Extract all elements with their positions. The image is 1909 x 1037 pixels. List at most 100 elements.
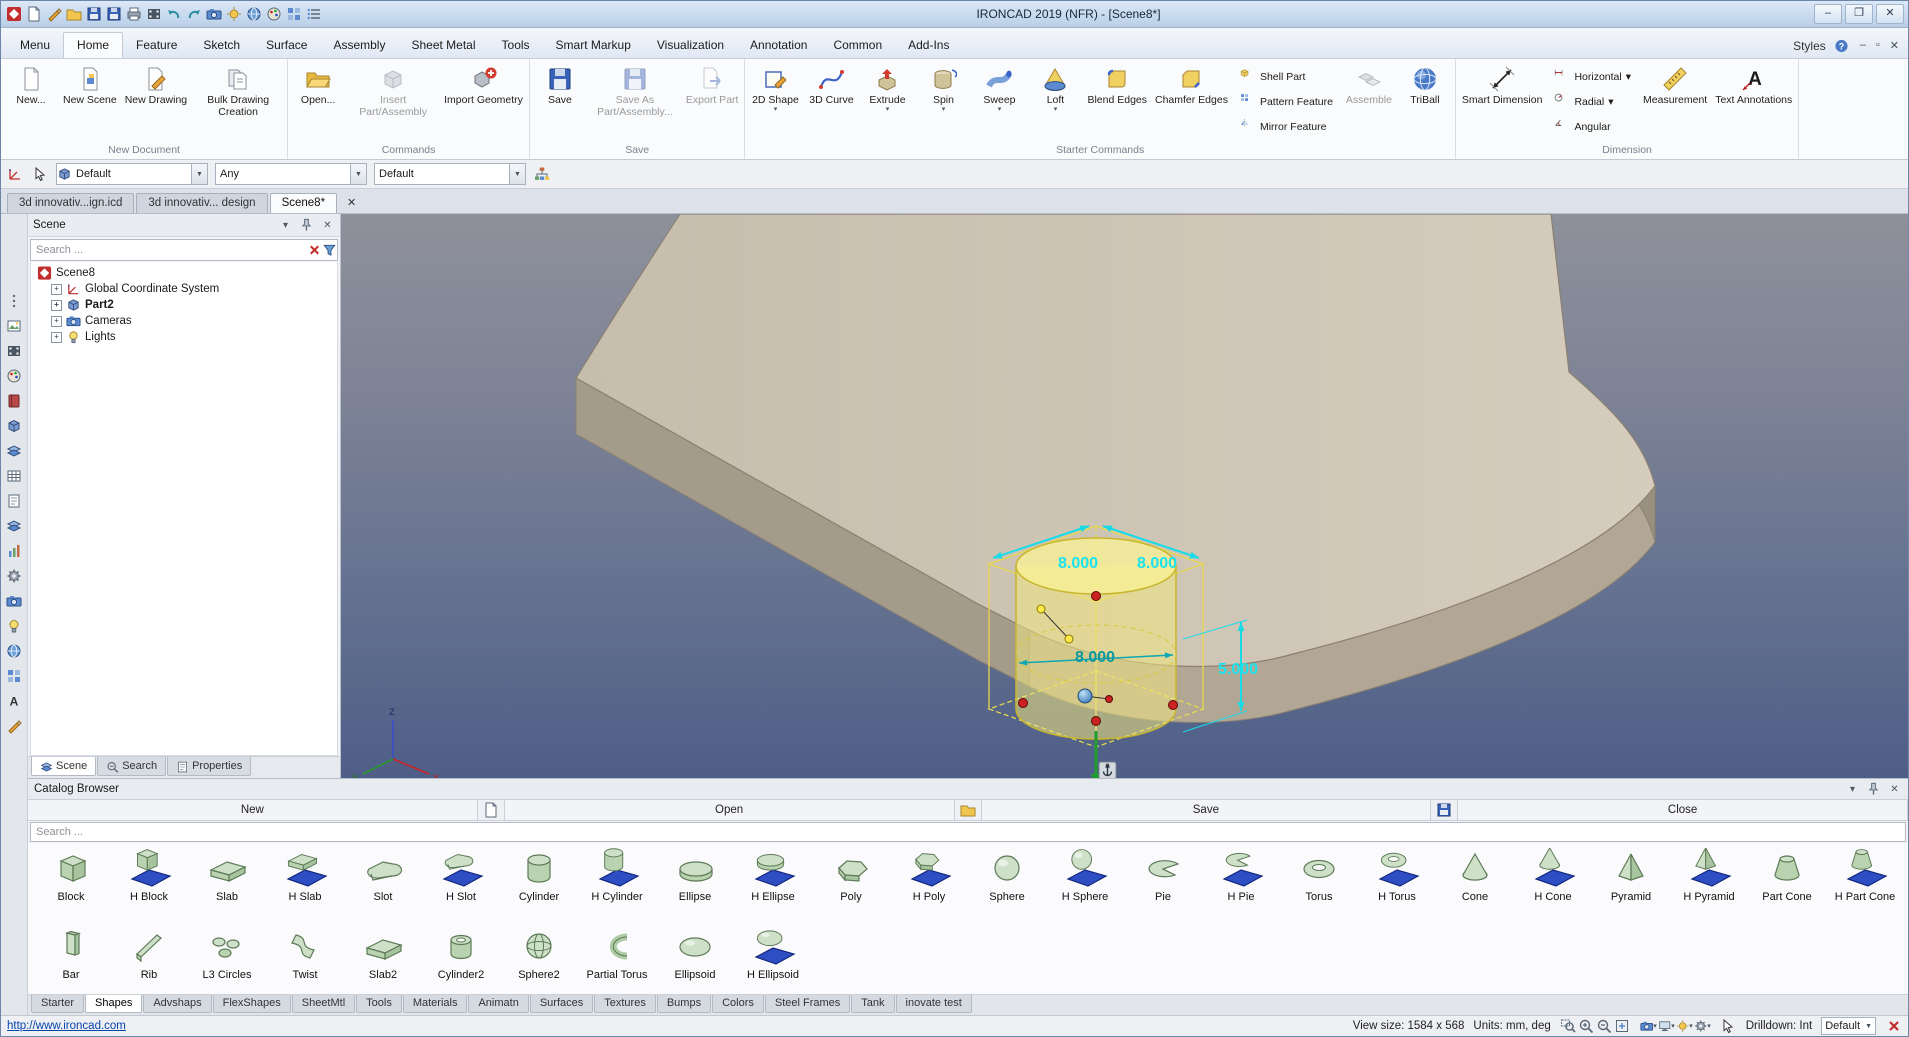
catalog-item-h-slab[interactable]: H Slab: [266, 845, 344, 923]
gear-strip-icon[interactable]: [5, 567, 23, 585]
globe-icon[interactable]: [245, 5, 263, 23]
catalog-tab-inovate-test[interactable]: inovate test: [896, 995, 972, 1013]
display-mode-icon[interactable]: ▾: [1658, 1018, 1675, 1034]
palette-icon[interactable]: [265, 5, 283, 23]
render-icon[interactable]: [225, 5, 243, 23]
handle-red-left[interactable]: [1019, 699, 1028, 708]
pencil-strip-icon[interactable]: [5, 717, 23, 735]
chart-strip-icon[interactable]: [5, 542, 23, 560]
catalog-item-part-cone[interactable]: Part Cone: [1748, 845, 1826, 923]
child-minimize-button[interactable]: –: [1857, 39, 1869, 52]
config-combo[interactable]: Default ▼: [1821, 1017, 1876, 1035]
catalog-tab-steel-frames[interactable]: Steel Frames: [765, 995, 850, 1013]
catalog-item-h-cone[interactable]: H Cone: [1514, 845, 1592, 923]
ribbon-button-mirror-feature[interactable]: Mirror Feature: [1236, 116, 1337, 139]
drilldown-label[interactable]: Drilldown: Int: [1746, 1020, 1812, 1032]
ribbon-button-open[interactable]: Open...: [290, 61, 346, 143]
catalog-tab-tank[interactable]: Tank: [851, 995, 894, 1013]
child-restore-button[interactable]: ▫: [1873, 39, 1883, 52]
catalog-item-rib[interactable]: Rib: [110, 923, 188, 994]
catalog-item-h-slot[interactable]: H Slot: [422, 845, 500, 923]
tree-expander-icon[interactable]: +: [51, 316, 62, 327]
sheet-strip-icon[interactable]: [5, 492, 23, 510]
catalog-tab-surfaces[interactable]: Surfaces: [530, 995, 593, 1013]
catalog-item-h-torus[interactable]: H Torus: [1358, 845, 1436, 923]
handle-red-small[interactable]: [1106, 696, 1113, 703]
dim-height[interactable]: 5.000: [1218, 661, 1258, 678]
anchor-handle-icon[interactable]: [1099, 762, 1116, 778]
tree-item-cameras[interactable]: +Cameras: [31, 313, 337, 329]
ribbon-button-loft[interactable]: Loft▾: [1027, 61, 1083, 143]
catalog-item-cylinder2[interactable]: Cylinder2: [422, 923, 500, 994]
catalog-item-h-pie[interactable]: H Pie: [1202, 845, 1280, 923]
catalog-item-h-ellipse[interactable]: H Ellipse: [734, 845, 812, 923]
search-filter-icon[interactable]: [322, 243, 337, 258]
new-scene-icon[interactable]: [25, 5, 43, 23]
redo-icon[interactable]: [185, 5, 203, 23]
text-strip-icon[interactable]: A: [5, 692, 23, 710]
panel-close-icon[interactable]: ✕: [320, 218, 335, 233]
catalog-tab-advshaps[interactable]: Advshaps: [143, 995, 211, 1013]
catalog-item-h-pyramid[interactable]: H Pyramid: [1670, 845, 1748, 923]
scene-search-box[interactable]: Search ...: [30, 239, 338, 261]
triball-center-handle[interactable]: [1078, 689, 1092, 703]
filter-combo-2[interactable]: Any▼: [215, 163, 367, 185]
filter-combo-1[interactable]: Default▼: [56, 163, 208, 185]
catalog-item-sphere2[interactable]: Sphere2: [500, 923, 578, 994]
ribbon-button-radial[interactable]: Radial▾: [1550, 91, 1635, 114]
menu-tab-home[interactable]: Home: [63, 32, 123, 58]
dim-top-left[interactable]: 8.000: [1058, 555, 1098, 572]
catalog-item-pie[interactable]: Pie: [1124, 845, 1202, 923]
search-clear-icon[interactable]: [307, 243, 322, 258]
menu-tab-assembly[interactable]: Assembly: [320, 33, 398, 58]
catalog-open-button[interactable]: Open: [505, 800, 955, 820]
tree-item-global-coordinate-system[interactable]: +Global Coordinate System: [31, 281, 337, 297]
ribbon-button-chamfer-edges[interactable]: Chamfer Edges: [1151, 61, 1232, 143]
ribbon-button-triball[interactable]: TriBall: [1397, 61, 1453, 143]
doc-tab-scene8[interactable]: Scene8*: [270, 193, 337, 213]
ribbon-button-pattern-feature[interactable]: Pattern Feature: [1236, 91, 1337, 114]
catalog-item-bar[interactable]: Bar: [32, 923, 110, 994]
catalog-item-torus[interactable]: Torus: [1280, 845, 1358, 923]
palette-strip-icon[interactable]: [5, 367, 23, 385]
zoom-out-icon[interactable]: [1596, 1018, 1613, 1034]
panel-pin-icon[interactable]: [299, 218, 314, 233]
ribbon-button-horizontal[interactable]: Horizontal▾: [1550, 66, 1635, 89]
menu-tab-sheet-metal[interactable]: Sheet Metal: [398, 33, 488, 58]
handle-red-top[interactable]: [1092, 592, 1101, 601]
ribbon-button-2d-shape[interactable]: 2D Shape▾: [747, 61, 803, 143]
ribbon-button-new[interactable]: New...: [3, 61, 59, 143]
zoom-in-icon[interactable]: [1578, 1018, 1595, 1034]
layers-strip-icon[interactable]: [5, 517, 23, 535]
menu-tab-common[interactable]: Common: [820, 33, 895, 58]
tree-item-lights[interactable]: +Lights: [31, 329, 337, 345]
structure-browser-icon[interactable]: [533, 165, 551, 183]
ribbon-button-new-scene[interactable]: New Scene: [59, 61, 121, 143]
filter-combo-3[interactable]: Default▼: [374, 163, 526, 185]
ribbon-button-save[interactable]: Save: [532, 61, 588, 143]
catalog-item-h-poly[interactable]: H Poly: [890, 845, 968, 923]
film-strip-icon[interactable]: [5, 342, 23, 360]
handle-yellow-1[interactable]: [1037, 605, 1045, 613]
shadow-icon[interactable]: ▾: [1676, 1018, 1693, 1034]
ribbon-button-new-drawing[interactable]: New Drawing: [121, 61, 191, 143]
ribbon-button-measurement[interactable]: Measurement: [1639, 61, 1711, 143]
bulb-strip-icon[interactable]: [5, 617, 23, 635]
zoom-window-icon[interactable]: [1560, 1018, 1577, 1034]
catalog-item-cylinder[interactable]: Cylinder: [500, 845, 578, 923]
doc-tab-close-icon[interactable]: ✕: [344, 196, 359, 209]
catalog-item-slab[interactable]: Slab: [188, 845, 266, 923]
catalog-item-slab2[interactable]: Slab2: [344, 923, 422, 994]
catalog-tab-tools[interactable]: Tools: [356, 995, 402, 1013]
undo-icon[interactable]: [165, 5, 183, 23]
dim-middle[interactable]: 8.000: [1075, 649, 1115, 666]
catalog-divider-icon-1[interactable]: [478, 800, 505, 820]
ribbon-button-smart-dimension[interactable]: Smart Dimension: [1458, 61, 1547, 143]
catalog-close-icon[interactable]: ✕: [1887, 782, 1902, 797]
catalog-tab-textures[interactable]: Textures: [594, 995, 656, 1013]
catalog-divider-icon-3[interactable]: [1431, 800, 1458, 820]
catalog-tab-colors[interactable]: Colors: [712, 995, 764, 1013]
catalog-item-slot[interactable]: Slot: [344, 845, 422, 923]
catalog-item-h-sphere[interactable]: H Sphere: [1046, 845, 1124, 923]
catalog-tab-animatn[interactable]: Animatn: [468, 995, 528, 1013]
